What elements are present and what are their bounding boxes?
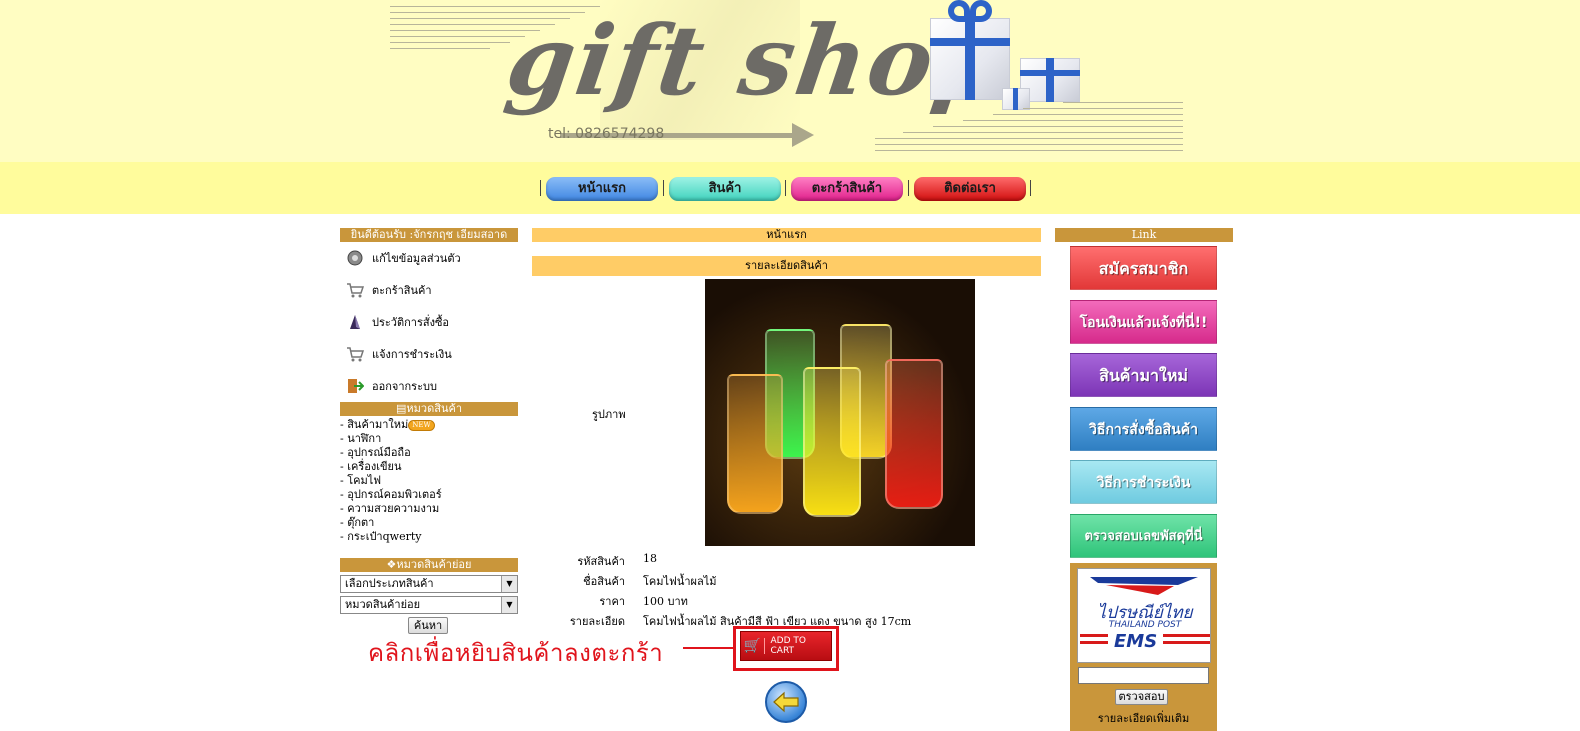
add-to-cart-callout: คลิกเพื่อหยิบสินค้าลงตะกร้า — [368, 639, 664, 667]
menu-payment-notice[interactable]: แจ้งการชำระเงิน — [346, 343, 452, 365]
menu-label: แก้ไขข้อมูลส่วนตัว — [372, 252, 461, 265]
chevron-down-icon: ▼ — [501, 597, 517, 613]
shirt-icon: ❖ — [386, 558, 397, 571]
link-how-to-order[interactable]: วิธีการสั่งซื้อสินค้า — [1070, 407, 1217, 451]
search-button[interactable]: ค้นหา — [408, 617, 448, 634]
product-code-value: 18 — [643, 552, 657, 565]
category-item[interactable]: - เครื่องเขียน — [340, 460, 442, 474]
category-item[interactable]: - อุปกรณ์คอมพิวเตอร์ — [340, 488, 442, 502]
back-arrow-icon — [773, 691, 799, 713]
category-item[interactable]: - อุปกรณ์มือถือ — [340, 446, 442, 460]
menu-label: แจ้งการชำระเงิน — [372, 348, 452, 361]
nav-home-button[interactable]: หน้าแรก — [546, 177, 658, 201]
product-code-label: รหัสสินค้า — [577, 555, 625, 568]
subcategory-header: ❖หมวดสินค้าย่อย — [340, 558, 518, 572]
tracking-number-input[interactable] — [1078, 667, 1209, 684]
menu-edit-profile[interactable]: แก้ไขข้อมูลส่วนตัว — [346, 247, 461, 269]
category-item[interactable]: - ความสวยความงาม — [340, 502, 442, 516]
product-name-label: ชื่อสินค้า — [583, 575, 625, 588]
link-how-to-pay[interactable]: วิธีการชำระเงิน — [1070, 460, 1217, 504]
nav-cart-button[interactable]: ตะกร้าสินค้า — [791, 177, 903, 201]
thailand-post-logo: ไปรษณีย์ไทย THAILAND POST EMS — [1077, 568, 1211, 663]
category-item[interactable]: - ตุ๊กตา — [340, 516, 442, 530]
history-icon — [346, 313, 364, 331]
menu-label: ตะกร้าสินค้า — [372, 284, 432, 297]
menu-label: ประวัติการสั่งซื้อ — [372, 316, 450, 329]
image-label: รูปภาพ — [592, 408, 626, 421]
price-label: ราคา — [599, 595, 625, 608]
link-track-parcel[interactable]: ตรวจสอบเลขพัสดุที่นี่ — [1070, 514, 1217, 558]
welcome-header: ยินดีต้อนรับ :จักรกฤช เอี่ยมสอาด — [340, 228, 518, 242]
link-header: Link — [1055, 228, 1233, 242]
link-payment-notify[interactable]: โอนเงินแล้วแจ้งที่นี่!! — [1070, 300, 1217, 344]
phone-number: tel: 0826574298 — [548, 126, 665, 142]
menu-order-history[interactable]: ประวัติการสั่งซื้อ — [346, 311, 449, 333]
menu-logout[interactable]: ออกจากระบบ — [346, 375, 437, 397]
category-list: - สินค้ามาใหม่ NEW - นาฬิกา - อุปกรณ์มือถ… — [340, 418, 442, 544]
nav-products-button[interactable]: สินค้า — [669, 177, 781, 201]
category-item[interactable]: - นาฬิกา — [340, 432, 442, 446]
breadcrumb: หน้าแรก — [532, 228, 1041, 242]
category-item[interactable]: - โคมไฟ — [340, 474, 442, 488]
back-button[interactable] — [765, 681, 807, 723]
menu-label: ออกจากระบบ — [372, 380, 437, 393]
nav-bar — [0, 162, 1580, 214]
arrow-icon — [792, 123, 814, 147]
link-new-products[interactable]: สินค้ามาใหม่ — [1070, 353, 1217, 397]
ems-logo: EMS — [1108, 631, 1164, 652]
new-badge: NEW — [408, 419, 435, 431]
more-details-link[interactable]: รายละเอียดเพิ่มเติม — [1070, 709, 1217, 727]
chevron-down-icon: ▼ — [501, 576, 517, 592]
description-label: รายละเอียด — [569, 615, 625, 628]
section-title: รายละเอียดสินค้า — [532, 256, 1041, 276]
logout-icon — [346, 377, 364, 395]
category-item[interactable]: - กระเป๋าqwerty — [340, 530, 442, 544]
check-tracking-button[interactable]: ตรวจสอบ — [1115, 689, 1168, 705]
category-icon: ▤ — [396, 402, 407, 415]
category-item[interactable]: - สินค้ามาใหม่ NEW — [340, 418, 442, 432]
nav-contact-button[interactable]: ติดต่อเรา — [914, 177, 1026, 201]
cart-icon: 🛒 — [741, 638, 765, 654]
product-type-select[interactable]: เลือกประเภทสินค้า ▼ — [340, 575, 518, 593]
subcategory-select[interactable]: หมวดสินค้าย่อย ▼ — [340, 596, 518, 614]
payment-icon — [346, 345, 364, 363]
gear-icon — [346, 249, 364, 267]
price-value: 100 บาท — [643, 595, 688, 608]
product-image — [705, 279, 975, 546]
link-register[interactable]: สมัครสมาชิก — [1070, 246, 1217, 290]
header-banner: gift shop tel: 0826574298 — [0, 0, 1580, 162]
category-header: ▤หมวดสินค้า — [340, 402, 518, 416]
add-to-cart-button[interactable]: 🛒 ADD TO CART — [740, 631, 832, 661]
cart-icon — [346, 281, 364, 299]
menu-cart[interactable]: ตะกร้าสินค้า — [346, 279, 432, 301]
product-name-value: โคมไฟน้ำผลไม้ — [643, 575, 717, 588]
